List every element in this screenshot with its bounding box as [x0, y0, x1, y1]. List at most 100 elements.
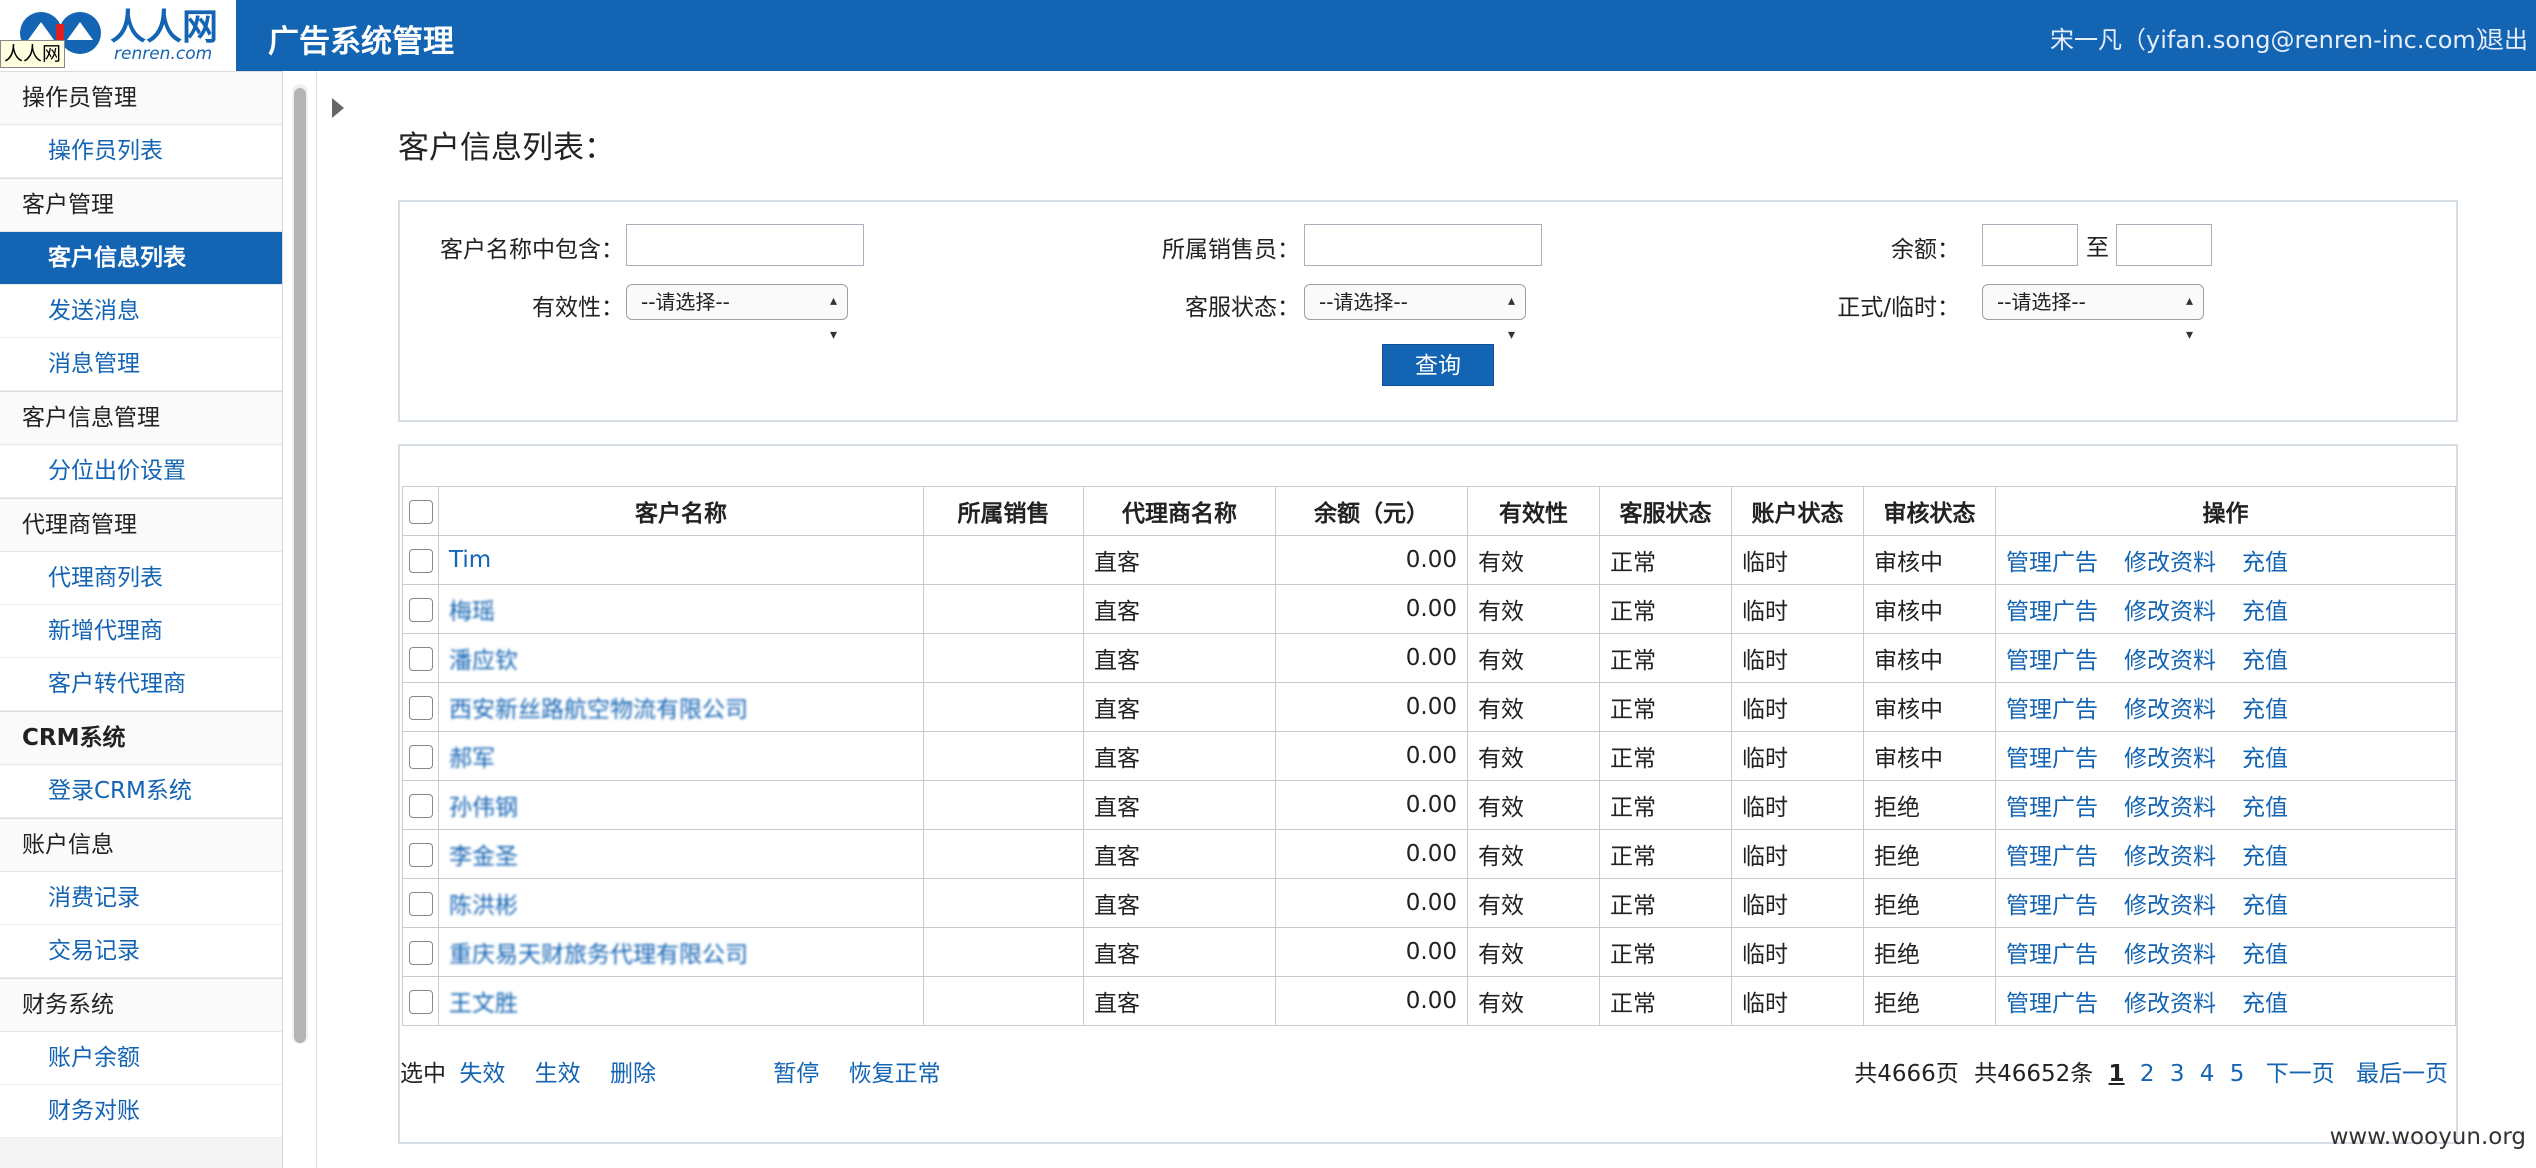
row-checkbox[interactable]: [408, 989, 433, 1014]
page-link[interactable]: 5: [2230, 1061, 2245, 1087]
sidebar-section-agent[interactable]: 代理商管理: [0, 498, 282, 552]
row-checkbox[interactable]: [408, 646, 433, 671]
row-select-cell: [402, 780, 439, 830]
bulk-pause-link[interactable]: 暂停: [773, 1061, 819, 1087]
row-checkbox[interactable]: [408, 597, 433, 622]
row-checkbox[interactable]: [408, 548, 433, 573]
edit-profile-link[interactable]: 修改资料: [2124, 844, 2216, 870]
row-checkbox[interactable]: [408, 744, 433, 769]
customer-name-link[interactable]: 孙伟钢: [449, 795, 518, 821]
row-checkbox[interactable]: [408, 695, 433, 720]
customer-name-link[interactable]: 王文胜: [449, 991, 518, 1017]
manage-ads-link[interactable]: 管理广告: [2006, 697, 2098, 723]
customer-name-link[interactable]: Tim: [449, 547, 491, 573]
next-page-link[interactable]: 下一页: [2266, 1061, 2335, 1087]
recharge-link[interactable]: 充值: [2242, 648, 2288, 674]
formal-select[interactable]: --请选择-- ▴ ▾: [1982, 284, 2204, 343]
balance-max-input[interactable]: [2116, 224, 2212, 266]
recharge-link[interactable]: 充值: [2242, 746, 2288, 772]
sidebar-section-customer-info[interactable]: 客户信息管理: [0, 391, 282, 445]
manage-ads-link[interactable]: 管理广告: [2006, 648, 2098, 674]
manage-ads-link[interactable]: 管理广告: [2006, 599, 2098, 625]
sidebar-item-consumption[interactable]: 消费记录: [0, 872, 282, 925]
recharge-link[interactable]: 充值: [2242, 991, 2288, 1017]
recharge-link[interactable]: 充值: [2242, 795, 2288, 821]
recharge-link[interactable]: 充值: [2242, 697, 2288, 723]
manage-ads-link[interactable]: 管理广告: [2006, 550, 2098, 576]
sidebar-item-send-message[interactable]: 发送消息: [0, 285, 282, 338]
page-link[interactable]: 2: [2140, 1061, 2155, 1087]
bulk-invalidate-link[interactable]: 失效: [459, 1061, 505, 1087]
sidebar-scrollbar-thumb[interactable]: [294, 88, 306, 1043]
recharge-link[interactable]: 充值: [2242, 599, 2288, 625]
bulk-resume-link[interactable]: 恢复正常: [849, 1061, 941, 1087]
edit-profile-link[interactable]: 修改资料: [2124, 746, 2216, 772]
sidebar-item-bid-settings[interactable]: 分位出价设置: [0, 445, 282, 498]
sidebar-item-message-manage[interactable]: 消息管理: [0, 338, 282, 391]
recharge-link[interactable]: 充值: [2242, 844, 2288, 870]
edit-profile-link[interactable]: 修改资料: [2124, 991, 2216, 1017]
sidebar-section-account[interactable]: 账户信息: [0, 818, 282, 872]
page-link[interactable]: 3: [2170, 1061, 2185, 1087]
recharge-link[interactable]: 充值: [2242, 942, 2288, 968]
sidebar-item-customer-list[interactable]: 客户信息列表: [0, 232, 282, 285]
sidebar-item-reconcile[interactable]: 财务对账: [0, 1085, 282, 1138]
manage-ads-link[interactable]: 管理广告: [2006, 746, 2098, 772]
row-select-cell: [402, 535, 439, 585]
edit-profile-link[interactable]: 修改资料: [2124, 550, 2216, 576]
customer-name-input[interactable]: [626, 224, 864, 266]
cs-status-select[interactable]: --请选择-- ▴ ▾: [1304, 284, 1526, 343]
row-checkbox[interactable]: [408, 842, 433, 867]
row-checkbox[interactable]: [408, 891, 433, 916]
sidebar-section-finance[interactable]: 财务系统: [0, 978, 282, 1032]
edit-profile-link[interactable]: 修改资料: [2124, 942, 2216, 968]
sidebar-item-transactions[interactable]: 交易记录: [0, 925, 282, 978]
query-button[interactable]: 查询: [1382, 344, 1494, 386]
sidebar-item-crm-login[interactable]: 登录CRM系统: [0, 765, 282, 818]
last-page-link[interactable]: 最后一页: [2356, 1061, 2448, 1087]
logout-link[interactable]: 退出: [2480, 20, 2528, 55]
sidebar-section-operator[interactable]: 操作员管理: [0, 71, 282, 125]
customer-name-link[interactable]: 重庆易天财旅务代理有限公司: [449, 942, 748, 968]
edit-profile-link[interactable]: 修改资料: [2124, 697, 2216, 723]
customer-name-cell: 西安新丝路航空物流有限公司: [438, 682, 924, 732]
sidebar-section-customer[interactable]: 客户管理: [0, 178, 282, 232]
sidebar-item-agent-list[interactable]: 代理商列表: [0, 552, 282, 605]
manage-ads-link[interactable]: 管理广告: [2006, 893, 2098, 919]
edit-profile-link[interactable]: 修改资料: [2124, 599, 2216, 625]
bulk-validate-link[interactable]: 生效: [535, 1061, 581, 1087]
sidebar-item-add-agent[interactable]: 新增代理商: [0, 605, 282, 658]
edit-profile-link[interactable]: 修改资料: [2124, 893, 2216, 919]
customer-name-link[interactable]: 郝军: [449, 746, 495, 772]
manage-ads-link[interactable]: 管理广告: [2006, 991, 2098, 1017]
customer-name-link[interactable]: 李金圣: [449, 844, 518, 870]
balance-min-input[interactable]: [1982, 224, 2078, 266]
sidebar-section-crm[interactable]: CRM系统: [0, 711, 282, 765]
manage-ads-link[interactable]: 管理广告: [2006, 844, 2098, 870]
validity-select[interactable]: --请选择-- ▴ ▾: [626, 284, 848, 343]
sidebar-item-balance[interactable]: 账户余额: [0, 1032, 282, 1085]
collapse-arrow-icon[interactable]: [332, 98, 344, 118]
recharge-link[interactable]: 充值: [2242, 550, 2288, 576]
sidebar-item-customer-to-agent[interactable]: 客户转代理商: [0, 658, 282, 711]
page-link[interactable]: 4: [2200, 1061, 2215, 1087]
row-checkbox[interactable]: [408, 793, 433, 818]
customer-name-link[interactable]: 梅瑶: [449, 599, 495, 625]
sidebar-item-operator-list[interactable]: 操作员列表: [0, 125, 282, 178]
bulk-delete-link[interactable]: 删除: [610, 1061, 656, 1087]
edit-profile-link[interactable]: 修改资料: [2124, 795, 2216, 821]
edit-profile-link[interactable]: 修改资料: [2124, 648, 2216, 674]
customer-name-link[interactable]: 西安新丝路航空物流有限公司: [449, 697, 748, 723]
logo[interactable]: 人人网 renren.com 人人网: [0, 0, 236, 71]
page-link-current[interactable]: 1: [2109, 1061, 2125, 1087]
audit-status-cell: 审核中: [1863, 731, 1996, 781]
customer-name-link[interactable]: 陈洪彬: [449, 893, 518, 919]
manage-ads-link[interactable]: 管理广告: [2006, 942, 2098, 968]
customer-name-link[interactable]: 潘应钦: [449, 648, 518, 674]
recharge-link[interactable]: 充值: [2242, 893, 2288, 919]
manage-ads-link[interactable]: 管理广告: [2006, 795, 2098, 821]
select-all-checkbox[interactable]: [408, 499, 433, 524]
sales-input[interactable]: [1304, 224, 1542, 266]
label-balance-to: 至: [2086, 235, 2109, 261]
row-checkbox[interactable]: [408, 940, 433, 965]
